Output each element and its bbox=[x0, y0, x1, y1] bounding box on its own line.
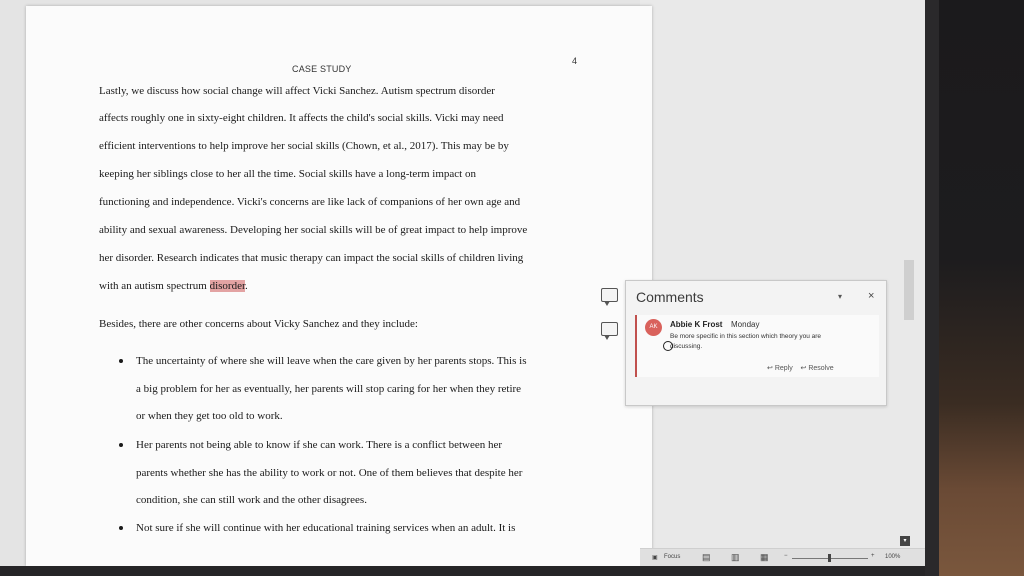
comment-author: Abbie K Frost bbox=[670, 320, 723, 329]
body-text: with an autism spectrum bbox=[99, 280, 210, 292]
read-mode-icon[interactable]: ▤ bbox=[702, 552, 711, 563]
comment-text[interactable]: Be more specific in this section which t… bbox=[670, 332, 821, 352]
avatar: AK bbox=[645, 319, 662, 336]
page-number: 4 bbox=[572, 56, 578, 66]
mouse-cursor-icon bbox=[663, 341, 673, 351]
room-background bbox=[939, 0, 1024, 576]
resolve-icon: ↩ bbox=[800, 365, 807, 372]
scroll-down-icon[interactable]: ▾ bbox=[900, 536, 910, 546]
body-line: her disorder. Research indicates that mu… bbox=[99, 252, 524, 264]
body-line: keeping her siblings close to her all th… bbox=[99, 168, 476, 180]
resolve-button[interactable]: Resolve bbox=[808, 365, 833, 372]
comment-text-line: discussing. bbox=[670, 343, 703, 350]
zoom-in-button[interactable]: + bbox=[871, 553, 875, 559]
body-line: functioning and independence. Vicki's co… bbox=[99, 196, 521, 208]
body-line-last: with an autism spectrum disorder. bbox=[99, 280, 248, 292]
bullet bbox=[119, 526, 123, 530]
close-icon[interactable]: × bbox=[868, 290, 874, 302]
body-text: . bbox=[245, 280, 248, 292]
bullet-line: or when they get too old to work. bbox=[136, 410, 283, 422]
reply-button[interactable]: Reply bbox=[775, 365, 793, 372]
zoom-out-button[interactable]: − bbox=[784, 553, 788, 559]
monitor-bezel-bottom bbox=[0, 566, 925, 576]
comment-actions: ↩ Reply ↩ Resolve bbox=[767, 364, 834, 372]
body-line: Lastly, we discuss how social change wil… bbox=[99, 85, 495, 97]
comment-marker-icon[interactable] bbox=[601, 288, 618, 306]
vertical-scrollbar[interactable] bbox=[904, 260, 914, 320]
status-bar: ▣ Focus ▤ ▥ ▦ − + 100% bbox=[640, 548, 925, 566]
comment-text-line: Be more specific in this section which t… bbox=[670, 333, 822, 340]
bullet bbox=[119, 359, 123, 363]
zoom-level[interactable]: 100% bbox=[885, 554, 900, 560]
comments-pane: Comments ▾ × AK Abbie K Frost Monday Be … bbox=[625, 280, 887, 406]
monitor-bezel-right bbox=[925, 0, 939, 576]
bullet-line: condition, she can still work and the ot… bbox=[136, 494, 367, 506]
print-layout-icon[interactable]: ▥ bbox=[731, 552, 740, 563]
web-layout-icon[interactable]: ▦ bbox=[760, 552, 769, 563]
body-line: Besides, there are other concerns about … bbox=[99, 318, 418, 330]
comment-card[interactable]: AK Abbie K Frost Monday Be more specific… bbox=[635, 315, 879, 377]
bullet-line: Not sure if she will continue with her e… bbox=[136, 522, 516, 534]
body-line: ability and sexual awareness. Developing… bbox=[99, 224, 528, 236]
commented-text-highlight[interactable]: disorder bbox=[209, 280, 246, 292]
document-page[interactable]: CASE STUDY 4 Lastly, we discuss how soci… bbox=[26, 6, 652, 566]
bullet-line: parents whether she has the ability to w… bbox=[136, 467, 523, 479]
bullet-line: Her parents not being able to know if sh… bbox=[136, 439, 503, 451]
canvas-background bbox=[640, 0, 925, 548]
comments-pane-title: Comments bbox=[636, 289, 704, 305]
comment-date: Monday bbox=[731, 320, 760, 329]
bullet bbox=[119, 443, 123, 447]
reply-icon: ↩ bbox=[767, 365, 773, 372]
bullet-line: a big problem for her as eventually, her… bbox=[136, 383, 522, 395]
focus-button[interactable]: Focus bbox=[664, 554, 680, 560]
zoom-slider-thumb[interactable] bbox=[828, 554, 831, 562]
running-header: CASE STUDY bbox=[292, 64, 352, 74]
body-line: efficient interventions to help improve … bbox=[99, 140, 509, 152]
chevron-down-icon[interactable]: ▾ bbox=[838, 292, 842, 301]
body-line: affects roughly one in sixty-eight child… bbox=[99, 112, 504, 124]
word-window: CASE STUDY 4 Lastly, we discuss how soci… bbox=[0, 0, 925, 566]
comment-marker-icon[interactable] bbox=[601, 322, 618, 340]
bullet-line: The uncertainty of where she will leave … bbox=[136, 355, 527, 367]
focus-icon[interactable]: ▣ bbox=[652, 554, 658, 561]
